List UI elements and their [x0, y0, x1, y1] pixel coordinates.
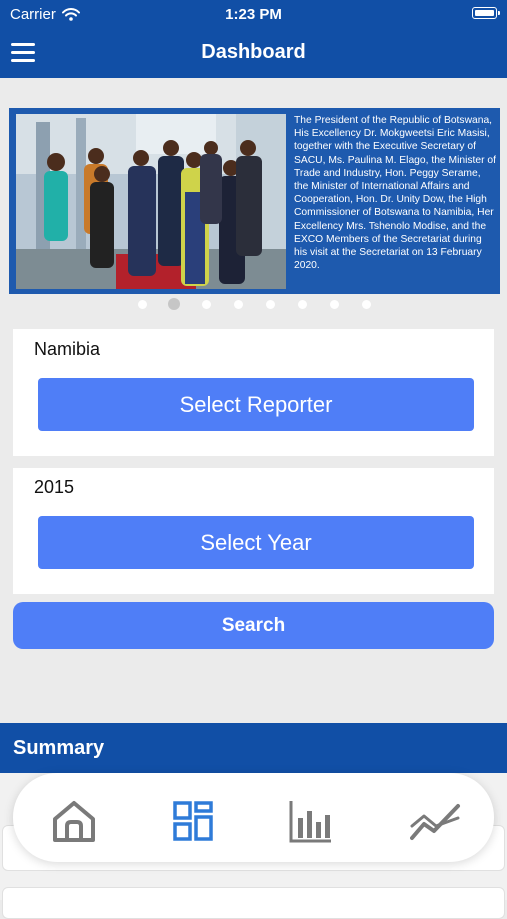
page-dot[interactable] [298, 300, 307, 309]
navigation-bar: Dashboard [0, 28, 507, 78]
reporter-card: Namibia Select Reporter [13, 329, 494, 456]
select-year-button[interactable]: Select Year [38, 516, 474, 569]
group-photo [16, 114, 286, 289]
reporter-value: Namibia [34, 339, 101, 359]
summary-title: Summary [13, 737, 105, 759]
bottom-tab-bar [13, 773, 494, 862]
carousel-caption: The President of the Republic of Botswan… [294, 115, 497, 272]
year-value: 2015 [34, 477, 75, 497]
dashboard-icon[interactable] [170, 798, 216, 844]
status-bar: Carrier 1:23 PM [0, 0, 507, 28]
bar-chart-icon[interactable] [287, 798, 333, 844]
page-dot[interactable] [266, 300, 275, 309]
battery-icon [472, 7, 500, 19]
search-button[interactable]: Search [13, 602, 494, 649]
clock: 1:23 PM [225, 6, 282, 23]
page-dot[interactable] [362, 300, 371, 309]
carousel-page-indicator[interactable] [0, 298, 507, 312]
summary-card [2, 887, 505, 919]
year-card: 2015 Select Year [13, 468, 494, 594]
summary-header: Summary [0, 723, 507, 773]
page-title: Dashboard [201, 41, 306, 63]
page-dot[interactable] [234, 300, 243, 309]
page-dot[interactable] [330, 300, 339, 309]
page-dot-active[interactable] [168, 298, 180, 310]
page-dot[interactable] [138, 300, 147, 309]
trend-line-icon[interactable] [410, 798, 462, 844]
news-carousel[interactable]: The President of the Republic of Botswan… [9, 108, 500, 294]
select-reporter-button[interactable]: Select Reporter [38, 378, 474, 431]
page-dot[interactable] [202, 300, 211, 309]
home-icon[interactable] [51, 798, 97, 844]
